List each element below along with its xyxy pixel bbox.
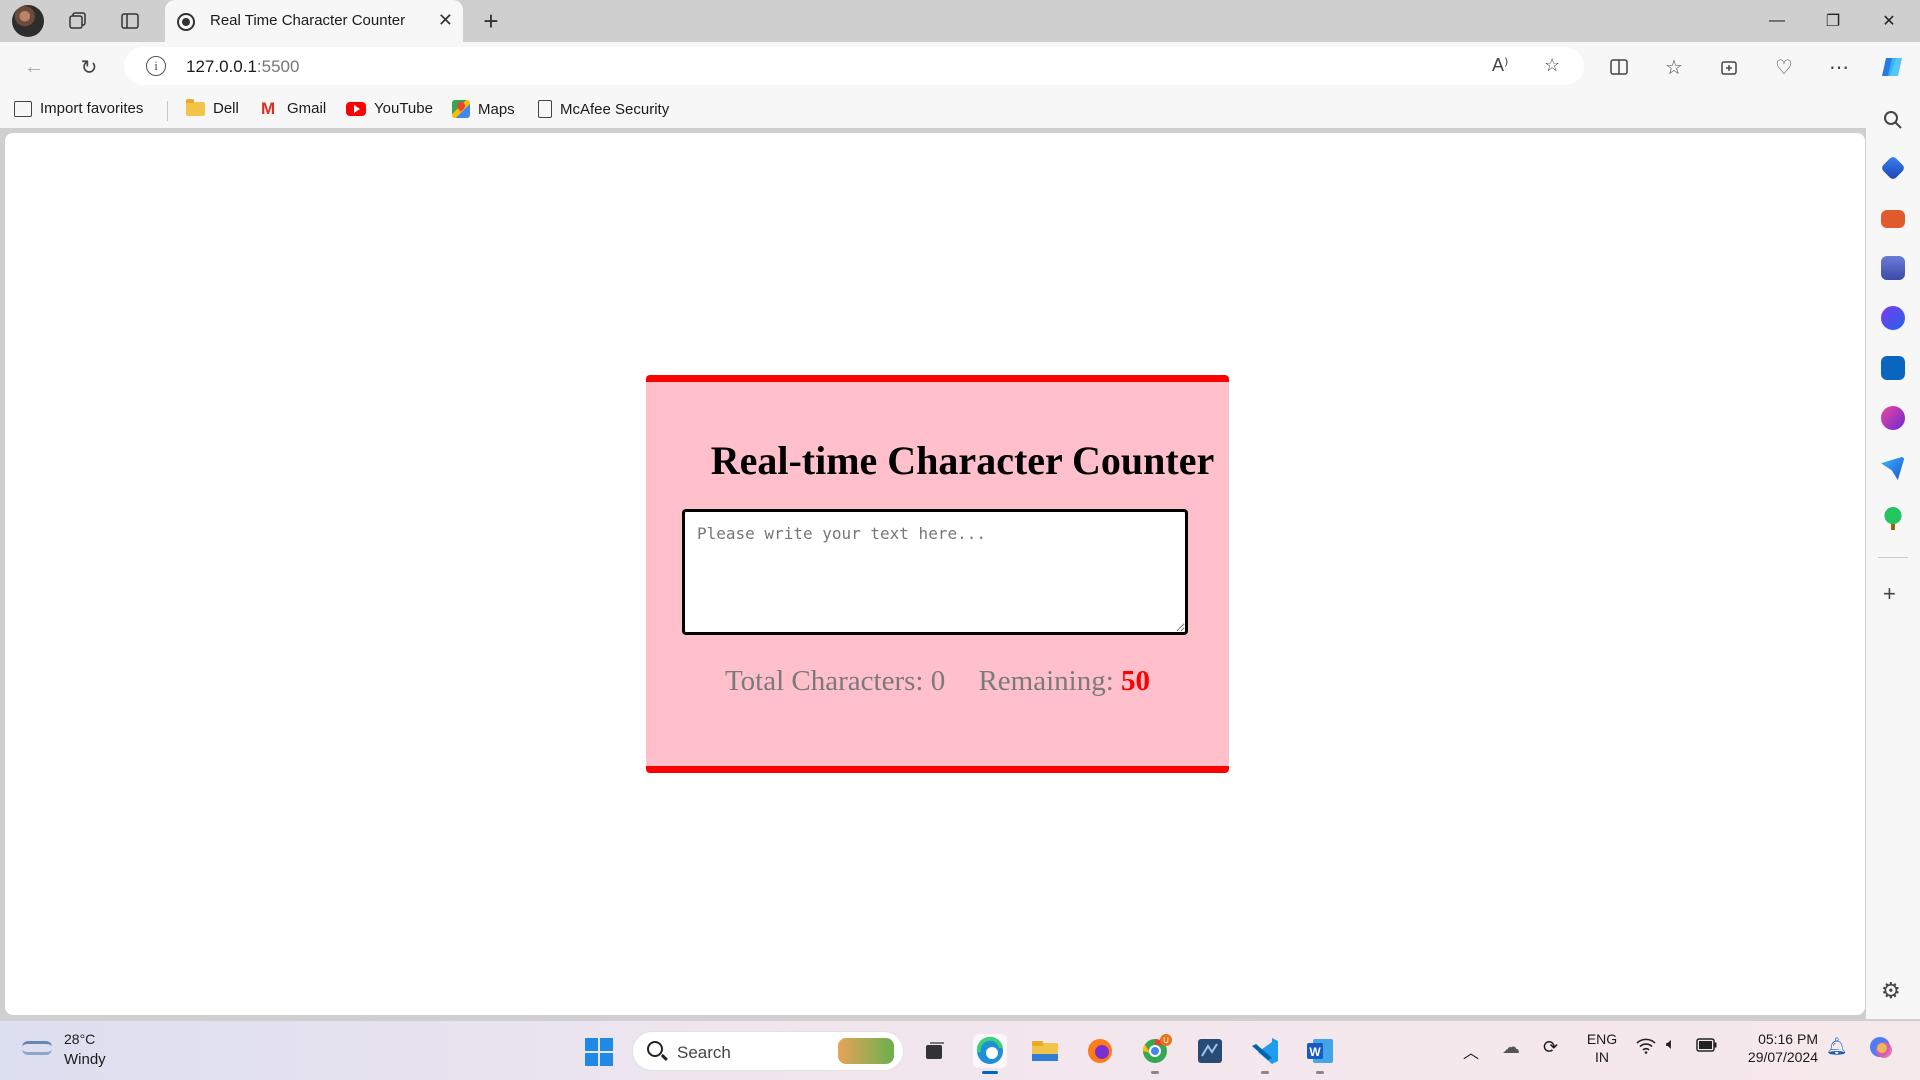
tools-briefcase-icon[interactable] xyxy=(1881,210,1905,228)
page-icon xyxy=(538,100,552,118)
favorites-bar: Import favorites Dell Gmail YouTube Maps… xyxy=(0,92,1866,128)
back-button[interactable]: ← xyxy=(18,51,50,83)
browser-essentials-icon[interactable]: ♡ xyxy=(1768,51,1800,83)
sidebar-divider xyxy=(1878,557,1908,558)
games-icon[interactable] xyxy=(1881,256,1905,280)
remaining-value: 50 xyxy=(1121,665,1151,697)
tab-favicon-icon xyxy=(177,13,195,31)
send-icon[interactable] xyxy=(1881,456,1905,480)
favorite-gmail[interactable]: Gmail xyxy=(261,99,326,119)
counter-card: Real-time Character Counter Total Charac… xyxy=(646,375,1229,773)
wifi-icon[interactable] xyxy=(1636,1038,1656,1059)
copilot-icon[interactable] xyxy=(1877,51,1909,83)
wind-icon[interactable] xyxy=(22,1041,52,1055)
vertical-tabs-icon[interactable] xyxy=(115,6,145,36)
language-indicator[interactable]: ENG IN xyxy=(1585,1031,1619,1065)
microsoft365-icon[interactable] xyxy=(1881,306,1905,330)
search-highlight-image xyxy=(838,1038,894,1064)
read-aloud-icon[interactable]: A⁾ xyxy=(1492,55,1508,76)
url-text[interactable]: 127.0.0.1:5500 xyxy=(186,57,299,77)
battery-icon[interactable] xyxy=(1696,1038,1718,1055)
taskbar-search-label: Search xyxy=(677,1043,731,1062)
add-sidebar-app-icon[interactable]: + xyxy=(1883,581,1896,607)
folder-icon xyxy=(186,98,205,116)
close-window-button[interactable]: ✕ xyxy=(1866,8,1912,34)
text-input[interactable] xyxy=(682,509,1188,635)
favorite-maps[interactable]: Maps xyxy=(452,100,515,118)
profile-avatar[interactable] xyxy=(12,5,44,37)
workspaces-icon[interactable] xyxy=(63,6,93,36)
total-characters-label: Total Characters: xyxy=(724,665,924,697)
mysql-workbench-icon[interactable] xyxy=(1193,1034,1227,1068)
favorites-divider xyxy=(167,101,168,121)
close-tab-icon[interactable]: ✕ xyxy=(438,10,453,31)
refresh-button[interactable]: ↻ xyxy=(73,51,105,83)
sync-icon[interactable]: ⟳ xyxy=(1543,1037,1558,1058)
edge-sidebar: + ⚙ xyxy=(1866,92,1920,1019)
counter-stats: Total Characters: 0 Remaining: 50 xyxy=(646,665,1229,698)
youtube-icon xyxy=(346,101,366,116)
word-icon[interactable]: W xyxy=(1303,1034,1337,1074)
gmail-icon xyxy=(261,99,279,119)
favorites-icon[interactable]: ☆ xyxy=(1658,51,1690,83)
chrome-icon[interactable]: U xyxy=(1138,1034,1172,1074)
designer-icon[interactable] xyxy=(1881,406,1905,430)
notifications-bell-icon[interactable]: 🔔︎ xyxy=(1826,1037,1848,1057)
address-bar[interactable]: i 127.0.0.1:5500 A⁾ ☆ xyxy=(124,47,1584,85)
remaining-label: Remaining: xyxy=(978,665,1114,697)
new-tab-button[interactable]: + xyxy=(476,6,506,36)
weather-temperature[interactable]: 28°C xyxy=(64,1031,95,1047)
copilot-taskbar-icon[interactable] xyxy=(1866,1033,1898,1068)
active-tab[interactable]: Real Time Character Counter ✕ xyxy=(165,0,463,42)
tree-icon[interactable] xyxy=(1881,506,1905,530)
vscode-icon[interactable] xyxy=(1248,1034,1282,1074)
sidebar-search-icon[interactable] xyxy=(1881,108,1905,132)
favorite-dell[interactable]: Dell xyxy=(186,98,239,117)
file-explorer-icon[interactable] xyxy=(1028,1034,1062,1068)
favorite-mcafee[interactable]: McAfee Security xyxy=(538,100,669,118)
maps-icon xyxy=(452,100,470,118)
sidebar-settings-icon[interactable]: ⚙ xyxy=(1881,978,1901,1004)
firefox-icon[interactable] xyxy=(1083,1034,1117,1068)
search-icon xyxy=(647,1041,663,1057)
total-characters-value: 0 xyxy=(930,665,946,697)
minimize-button[interactable]: — xyxy=(1754,8,1800,34)
speaker-muted-icon[interactable]: 🔈︎ xyxy=(1666,1036,1676,1054)
import-icon xyxy=(14,100,32,117)
chrome-badge: U xyxy=(1163,1036,1169,1045)
task-view-icon[interactable] xyxy=(917,1034,951,1068)
clock-time: 05:16 PM xyxy=(1758,1031,1818,1047)
favorite-import[interactable]: Import favorites xyxy=(14,100,143,117)
favorite-youtube[interactable]: YouTube xyxy=(346,100,433,117)
more-menu-icon[interactable]: ⋯ xyxy=(1823,51,1855,83)
clock-date: 29/07/2024 xyxy=(1747,1049,1818,1065)
browser-toolbar: ← ↻ i 127.0.0.1:5500 A⁾ ☆ ☆ ♡ ⋯ xyxy=(0,42,1920,92)
favorite-star-icon[interactable]: ☆ xyxy=(1544,55,1560,76)
clock[interactable]: 05:16 PM 29/07/2024 xyxy=(1738,1031,1818,1065)
page-viewport: Real-time Character Counter Total Charac… xyxy=(5,133,1865,1015)
svg-text:W: W xyxy=(1309,1045,1321,1059)
restore-button[interactable]: ❐ xyxy=(1810,8,1856,34)
windows-taskbar: 28°C Windy Search U W ︿ ☁ ⟳ ENG IN 🔈︎ 05… xyxy=(0,1020,1920,1080)
start-button[interactable] xyxy=(585,1038,613,1066)
shopping-tag-icon[interactable] xyxy=(1880,155,1906,181)
split-screen-icon[interactable] xyxy=(1603,51,1635,83)
weather-description[interactable]: Windy xyxy=(64,1051,106,1068)
tab-strip: Real Time Character Counter ✕ + — ❐ ✕ xyxy=(0,0,1920,42)
page-title: Real-time Character Counter xyxy=(710,438,1215,483)
edge-taskbar-icon[interactable] xyxy=(973,1034,1007,1074)
tab-title: Real Time Character Counter xyxy=(210,12,406,29)
site-info-icon[interactable]: i xyxy=(146,56,166,76)
onedrive-cloud-icon[interactable]: ☁ xyxy=(1502,1037,1520,1058)
taskbar-search[interactable]: Search xyxy=(632,1031,904,1071)
outlook-icon[interactable] xyxy=(1881,356,1905,380)
collections-icon[interactable] xyxy=(1713,51,1745,83)
show-hidden-icons-chevron-icon[interactable]: ︿ xyxy=(1463,1039,1479,1063)
